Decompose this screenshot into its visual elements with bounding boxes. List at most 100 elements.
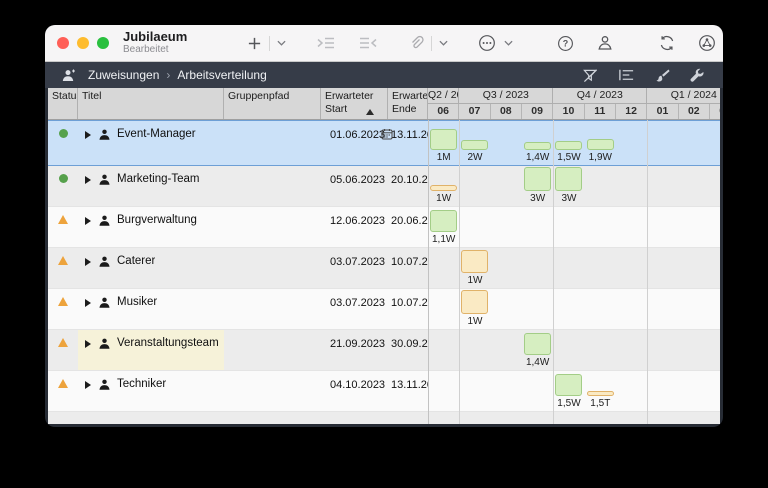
add-icon[interactable] <box>243 31 266 55</box>
table-row[interactable]: Veranstaltungsteam 21.09.202330.09.2023 1,… <box>48 330 720 371</box>
gantt-cell[interactable]: 1W <box>428 289 720 329</box>
gantt-bar[interactable] <box>555 141 583 150</box>
disclosure-triangle-icon[interactable] <box>85 176 91 184</box>
gantt-cell[interactable]: 1M 2W 1,4W 1,5W 1,9W <box>428 121 720 165</box>
assignment-title: Event-Manager <box>117 128 196 140</box>
end-date-cell[interactable]: 10.07.2023 <box>388 289 428 329</box>
gantt-bar-label: 1W <box>436 193 452 204</box>
gantt-bar-label: 2W <box>467 152 483 163</box>
start-date-cell[interactable]: 03.07.2023 <box>321 248 388 288</box>
more-menu-chevron-icon[interactable] <box>500 31 517 55</box>
title-cell[interactable]: Marketing-Team <box>78 166 224 206</box>
grouppath-cell[interactable] <box>224 166 321 206</box>
end-date-cell[interactable]: 20.06.2023 <box>388 207 428 247</box>
end-date-cell[interactable]: 20.10.2023 <box>388 166 428 206</box>
gantt-bar[interactable] <box>523 333 551 355</box>
attachment-menu-chevron-icon[interactable] <box>435 31 452 55</box>
table-row[interactable]: Marketing-Team 05.06.202320.10.2023 1W 3W 3W <box>48 166 720 207</box>
end-date-cell[interactable]: 10.07.2023 <box>388 248 428 288</box>
gantt-bar[interactable] <box>461 250 489 273</box>
minimize-window-button[interactable] <box>77 37 89 49</box>
column-header-titel[interactable]: Titel <box>78 88 224 119</box>
close-window-button[interactable] <box>57 37 69 49</box>
table-row[interactable]: Event-Manager 01.06.202313.11.2023 1M 2W 1,4… <box>48 120 720 166</box>
attachment-icon[interactable] <box>404 31 428 55</box>
sync-icon[interactable] <box>654 31 680 55</box>
end-date-cell[interactable]: 13.11.2023 <box>388 121 428 165</box>
column-header-erwartetes-ende[interactable]: Erwartetes Ende <box>388 88 428 119</box>
title-cell[interactable]: Musiker <box>78 289 224 329</box>
start-date-cell[interactable]: 01.06.2023 <box>321 121 393 165</box>
gantt-bar[interactable] <box>586 139 614 150</box>
gantt-bar[interactable] <box>461 290 489 314</box>
gantt-bar[interactable] <box>523 142 551 150</box>
start-date-cell[interactable]: 21.09.2023 <box>321 330 388 370</box>
disclosure-triangle-icon[interactable] <box>85 258 91 266</box>
gantt-cell[interactable]: 1W <box>428 248 720 288</box>
gantt-bar[interactable] <box>586 391 614 396</box>
grouppath-cell[interactable] <box>224 330 321 370</box>
title-cell[interactable]: Caterer <box>78 248 224 288</box>
zoom-window-button[interactable] <box>97 37 109 49</box>
gantt-cell[interactable]: 1,4W <box>428 330 720 370</box>
format-brush-icon[interactable] <box>654 63 670 87</box>
gantt-bar[interactable] <box>555 167 583 191</box>
share-icon[interactable] <box>694 31 720 55</box>
table-row[interactable]: Caterer 03.07.202310.07.2023 1W <box>48 248 720 289</box>
end-date-cell[interactable]: 13.11.2023 <box>388 371 428 411</box>
gantt-bar[interactable] <box>461 140 489 150</box>
start-date-cell[interactable]: 12.06.2023 <box>321 207 388 247</box>
disclosure-triangle-icon[interactable] <box>85 131 91 139</box>
add-menu-chevron-icon[interactable] <box>273 31 290 55</box>
grouppath-cell[interactable] <box>224 121 321 165</box>
disclosure-triangle-icon[interactable] <box>85 340 91 348</box>
more-circle-icon[interactable] <box>474 31 500 55</box>
indent-icon[interactable] <box>312 31 340 55</box>
calendar-icon[interactable] <box>381 128 393 143</box>
title-cell[interactable]: Techniker <box>78 371 224 411</box>
column-header-status[interactable]: Status <box>48 88 78 119</box>
gantt-bar[interactable] <box>430 185 457 191</box>
filter-icon[interactable] <box>582 63 599 87</box>
status-warning-icon <box>58 215 68 224</box>
column-header-gruppenpfad[interactable]: Gruppenpfad <box>224 88 321 119</box>
title-bar[interactable]: Jubilaeum Bearbeitet ? <box>45 25 723 62</box>
settings-wrench-icon[interactable] <box>689 63 705 87</box>
disclosure-triangle-icon[interactable] <box>85 217 91 225</box>
title-cell[interactable]: Veranstaltungsteam <box>78 330 224 370</box>
start-date-cell[interactable]: 04.10.2023 <box>321 371 388 411</box>
gantt-bar-label: 1M <box>436 152 451 163</box>
grouppath-cell[interactable] <box>224 371 321 411</box>
grouppath-cell[interactable] <box>224 248 321 288</box>
outdent-icon[interactable] <box>354 31 382 55</box>
gantt-bar[interactable] <box>430 210 457 232</box>
group-list-icon[interactable] <box>618 63 635 87</box>
gantt-cell[interactable]: 1,5W 1,5T <box>428 371 720 411</box>
start-date-cell[interactable]: 03.07.2023 <box>321 289 388 329</box>
disclosure-triangle-icon[interactable] <box>85 299 91 307</box>
breadcrumb-item-arbeitsverteilung[interactable]: Arbeitsverteilung <box>177 68 266 82</box>
title-cell[interactable]: Burgverwaltung <box>78 207 224 247</box>
grouppath-cell[interactable] <box>224 289 321 329</box>
gantt-bar[interactable] <box>555 374 583 396</box>
table-row[interactable]: Burgverwaltung 12.06.202320.06.20231,1W <box>48 207 720 248</box>
end-date-cell[interactable]: 30.09.2023 <box>388 330 428 370</box>
table-row[interactable]: Musiker 03.07.202310.07.2023 1W <box>48 289 720 330</box>
view-action-icons <box>582 63 711 87</box>
status-cell <box>48 371 78 411</box>
user-icon[interactable] <box>592 31 618 55</box>
title-cell[interactable]: Event-Manager <box>78 121 224 165</box>
timeline-header[interactable]: Q2 / 2023Q3 / 2023Q4 / 2023Q1 / 2024 060… <box>428 88 720 119</box>
grouppath-cell[interactable] <box>224 207 321 247</box>
disclosure-triangle-icon[interactable] <box>85 381 91 389</box>
table-row[interactable]: Techniker 04.10.202313.11.2023 1,5W 1,5T <box>48 371 720 412</box>
gantt-bar[interactable] <box>523 167 551 191</box>
column-header-erwarteter-start[interactable]: Erwarteter Start <box>321 88 388 119</box>
gantt-cell[interactable]: 1,1W <box>428 207 720 247</box>
help-icon[interactable]: ? <box>553 31 578 55</box>
breadcrumb-item-zuweisungen[interactable]: Zuweisungen <box>88 68 159 82</box>
gantt-bar[interactable] <box>430 129 457 150</box>
gantt-cell[interactable]: 1W 3W 3W <box>428 166 720 206</box>
start-date-cell[interactable]: 05.06.2023 <box>321 166 388 206</box>
gantt-bar-label: 1W <box>467 316 483 327</box>
